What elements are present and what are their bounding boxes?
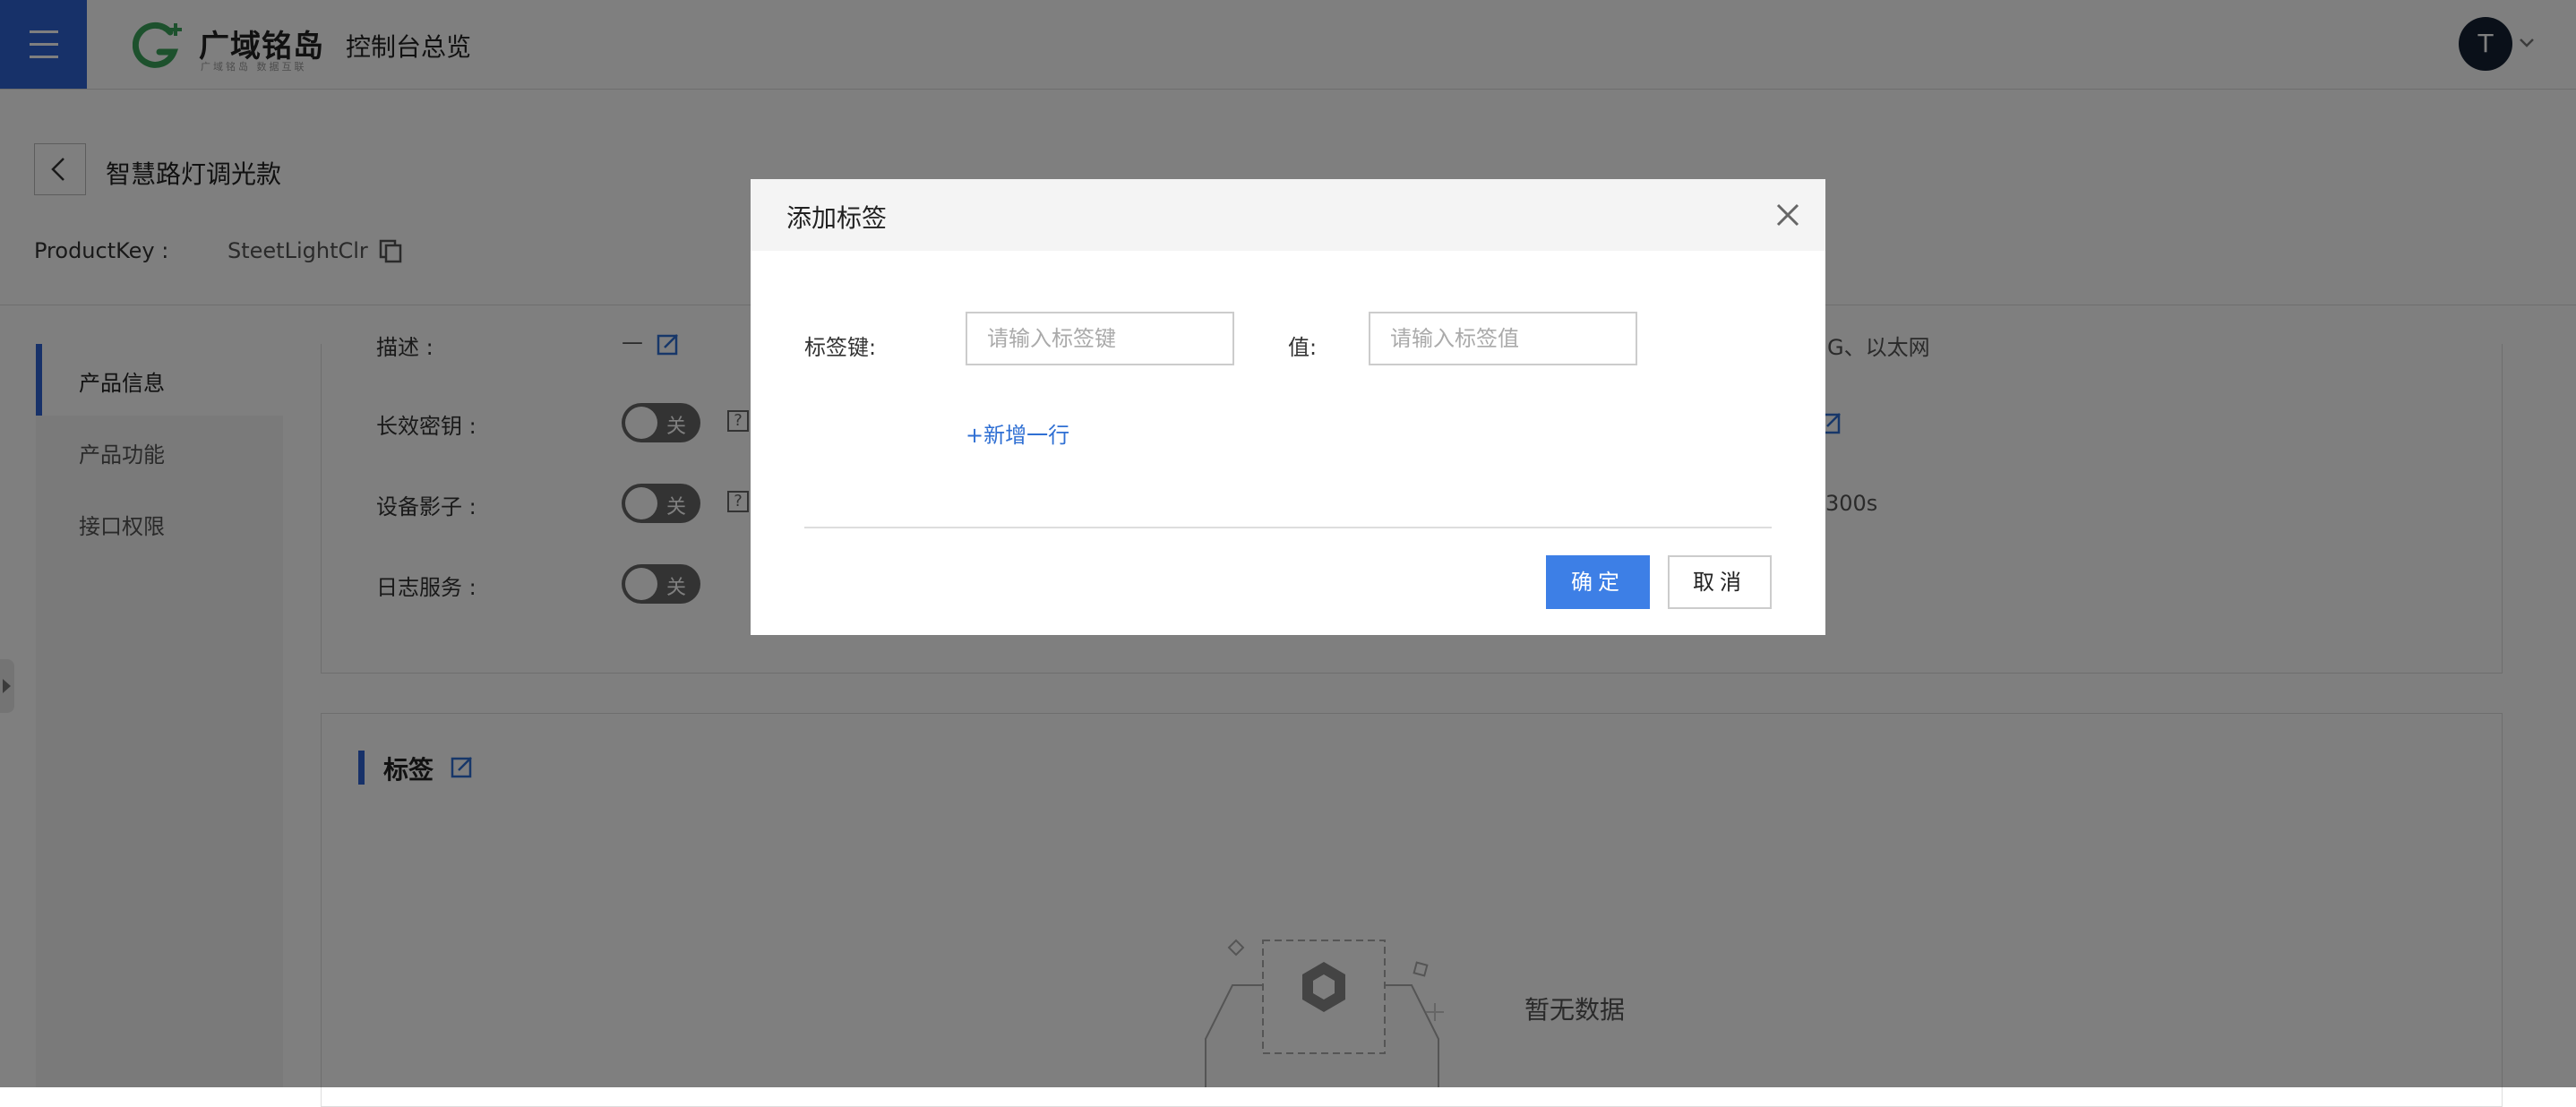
tag-value-label: 值: bbox=[1288, 335, 1318, 360]
tag-value-input[interactable] bbox=[1369, 312, 1637, 365]
dialog-header: 添加标签 bbox=[751, 179, 1825, 251]
close-icon[interactable] bbox=[1773, 201, 1802, 229]
tag-key-label: 标签键: bbox=[804, 335, 877, 360]
tag-key-input[interactable] bbox=[966, 312, 1234, 365]
cancel-button[interactable]: 取消 bbox=[1668, 555, 1772, 609]
dialog-divider bbox=[804, 527, 1772, 528]
add-row-link[interactable]: +新增一行 bbox=[966, 417, 1069, 449]
dialog-title: 添加标签 bbox=[786, 203, 888, 233]
confirm-button[interactable]: 确定 bbox=[1546, 555, 1650, 609]
add-tag-dialog: 添加标签 标签键: 值: +新增一行 确定 取消 bbox=[751, 179, 1825, 635]
